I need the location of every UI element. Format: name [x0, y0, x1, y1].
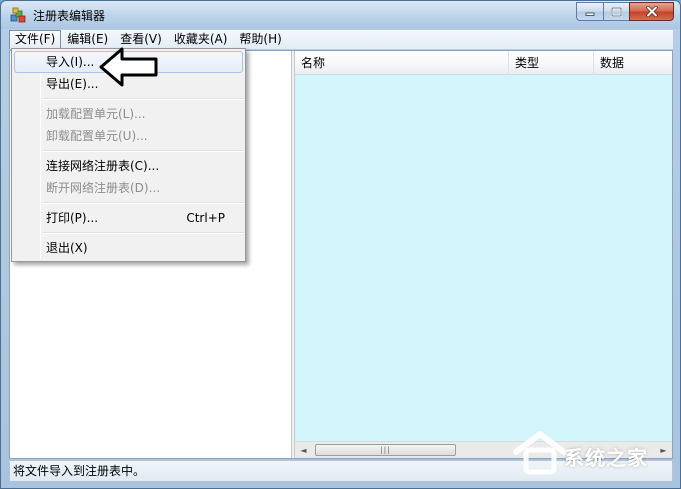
title-bar[interactable]: 注册表编辑器 [1, 1, 680, 29]
minimize-button[interactable] [576, 2, 604, 21]
column-header-type[interactable]: 类型 [509, 51, 594, 75]
registry-editor-icon [10, 7, 26, 23]
menu-separator [42, 150, 244, 152]
window-title: 注册表编辑器 [33, 9, 106, 23]
menu-item-disconnect-network-registry: 断开网络注册表(D)... [46, 181, 161, 195]
annotation-arrow-icon [99, 47, 158, 87]
menu-separator [42, 232, 244, 234]
watermark: 系统之家 [510, 412, 675, 478]
scroll-left-icon[interactable]: ◄ [295, 442, 312, 458]
column-header-data[interactable]: 数据 [594, 51, 672, 75]
menu-separator [42, 202, 244, 204]
scrollbar-thumb[interactable]: ||| [315, 444, 456, 456]
menu-file[interactable]: 文件(F) [9, 30, 62, 49]
print-shortcut: Ctrl+P [186, 211, 225, 225]
menu-item-load-hive: 加载配置单元(L)... [46, 107, 146, 121]
maximize-icon [611, 6, 622, 17]
menu-separator [42, 98, 244, 100]
menu-item-print-label: 打印(P)... [46, 211, 99, 225]
menu-item-unload-hive: 卸载配置单元(U)... [46, 129, 148, 143]
watermark-text: 系统之家 [564, 446, 648, 470]
maximize-button[interactable] [603, 2, 630, 21]
minimize-icon [585, 12, 595, 16]
menu-favorites[interactable]: 收藏夹(A) [168, 30, 234, 49]
close-icon [645, 6, 658, 17]
menu-item-exit[interactable]: 退出(X) [14, 237, 243, 259]
menu-item-print[interactable]: 打印(P)... Ctrl+P [14, 207, 243, 229]
column-header-name[interactable]: 名称 [295, 51, 509, 75]
list-header: 名称 类型 数据 [295, 51, 672, 75]
menu-item-connect-network-registry[interactable]: 连接网络注册表(C)... [14, 155, 243, 177]
menu-help[interactable]: 帮助(H) [233, 30, 287, 49]
values-list-pane[interactable]: 名称 类型 数据 ◄ ||| ► [295, 51, 672, 458]
close-button[interactable] [629, 2, 674, 21]
